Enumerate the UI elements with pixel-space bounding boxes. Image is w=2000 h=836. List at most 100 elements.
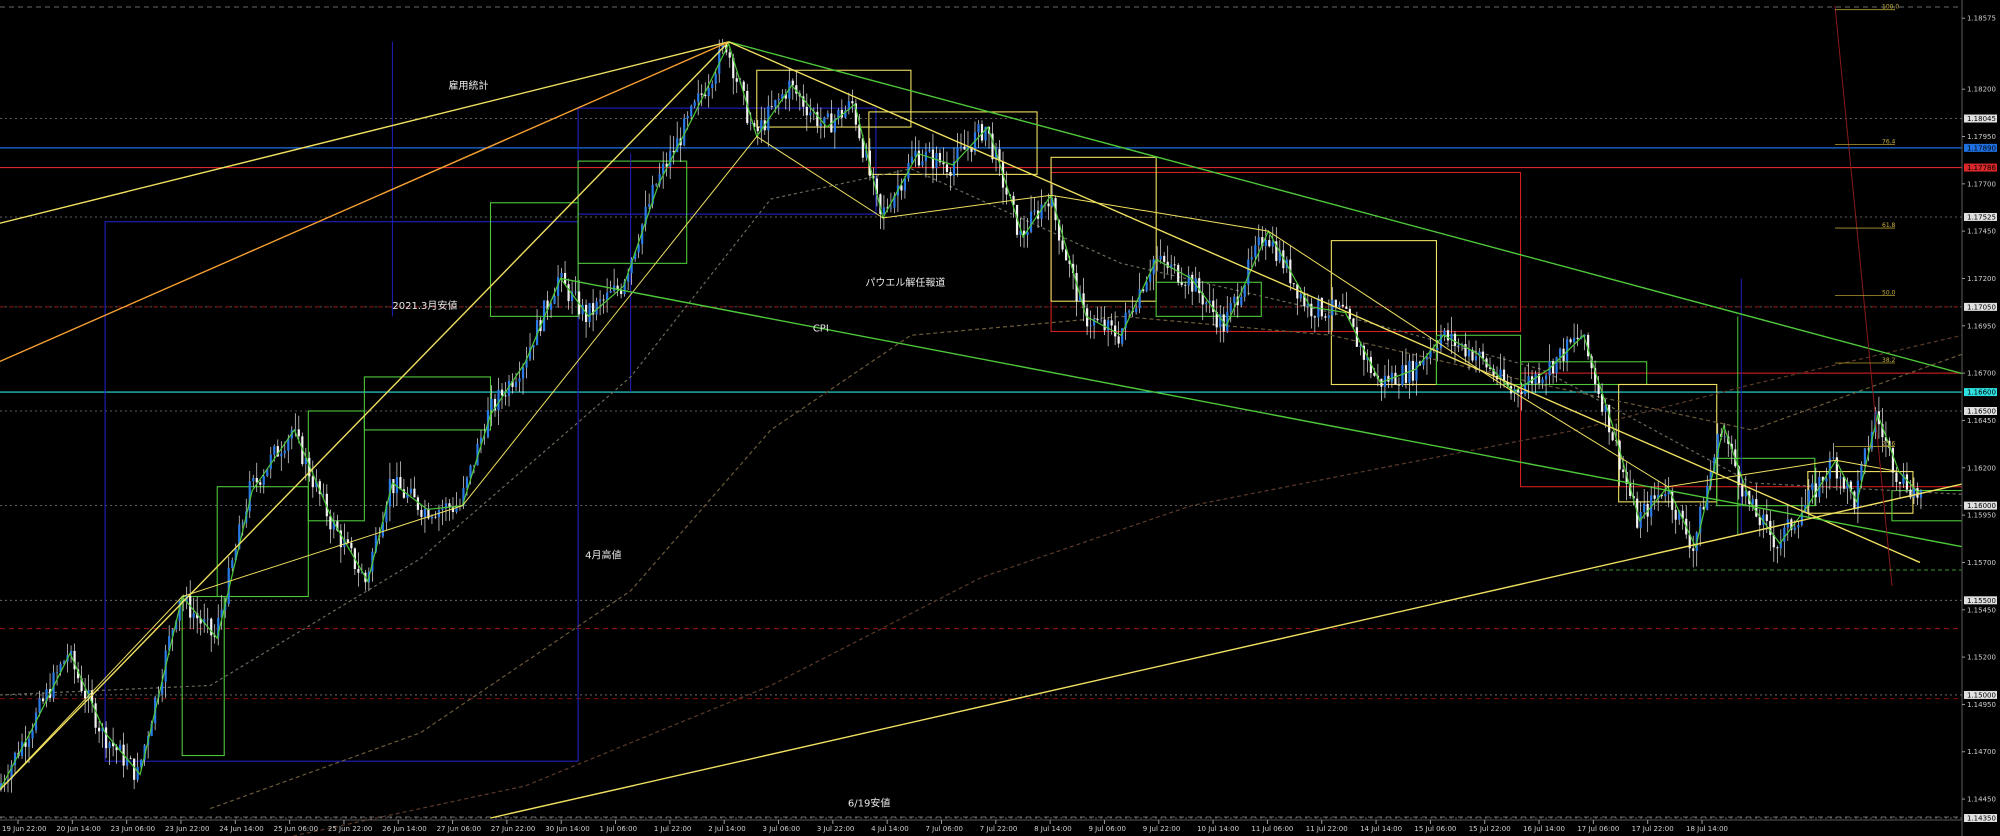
candle-body xyxy=(686,116,689,119)
candle-body xyxy=(707,88,710,97)
candle-body xyxy=(430,516,434,519)
y-tick-label: 1.14450 xyxy=(1967,796,1996,804)
candle-body xyxy=(574,291,577,293)
candle-body xyxy=(1443,330,1446,336)
candle-body xyxy=(262,475,265,485)
y-tick-label: 1.16200 xyxy=(1967,464,1996,472)
candle-body xyxy=(1334,299,1337,308)
y-tick-label: 1.17450 xyxy=(1967,228,1996,236)
candle-body xyxy=(1110,320,1113,326)
candle-body xyxy=(31,730,34,739)
y-tick-label: 1.16950 xyxy=(1967,322,1996,330)
chart-annotation: 雇用統計 xyxy=(448,79,488,92)
candle-body xyxy=(1359,345,1362,347)
price-axis: 1.18575 1.18200 1.17950 1.17700 1.17450 1.172… xyxy=(1961,0,2000,836)
candle-body xyxy=(357,569,360,573)
y-tick-label: 1.15950 xyxy=(1967,512,1996,520)
candle-body xyxy=(83,691,87,699)
candle-body xyxy=(283,450,286,454)
candle-body xyxy=(1345,306,1348,309)
candle-body xyxy=(1793,527,1796,530)
candle-body xyxy=(1825,478,1828,482)
candle-body xyxy=(192,613,195,618)
chart-annotation: パウエル解任報道 xyxy=(865,276,945,289)
candle-body xyxy=(1425,357,1429,360)
candle-body xyxy=(1832,457,1835,459)
candle-body xyxy=(255,477,258,483)
x-tick-label: 11 Jul 06:00 xyxy=(1251,825,1293,833)
candle-body xyxy=(921,161,924,166)
candle-body xyxy=(465,477,469,488)
candle-body xyxy=(1765,514,1768,521)
candle-body xyxy=(935,153,938,169)
candle-body xyxy=(777,98,780,101)
candle-body xyxy=(1464,344,1467,357)
candle-body xyxy=(1674,509,1677,520)
y-tick-label: 1.17700 xyxy=(1967,180,1996,188)
candle-body xyxy=(416,497,420,510)
price-chart[interactable]: 100.0 76.4 61.8 50.0 38.2 23.6 2021.3月安値 4月高値 6… xyxy=(0,0,2000,836)
x-tick-label: 7 Jul 06:00 xyxy=(925,825,963,833)
candle-body xyxy=(735,78,738,82)
fib-level-label: 100.0 xyxy=(1882,4,1899,11)
price-tag-label: 1.17890 xyxy=(1967,144,1996,152)
candle-body xyxy=(1089,325,1092,327)
candle-body xyxy=(1135,308,1138,313)
candle-body xyxy=(749,123,752,124)
candle-body xyxy=(1040,204,1043,219)
fib-level-label: 23.6 xyxy=(1882,440,1896,447)
candle-body xyxy=(1569,339,1572,343)
candle-body xyxy=(423,508,427,517)
price-tag-label: 1.17786 xyxy=(1967,164,1996,172)
x-tick-label: 1 Jul 06:00 xyxy=(600,825,638,833)
candle-body xyxy=(1103,319,1106,331)
candle-body xyxy=(497,389,500,411)
candle-body xyxy=(38,698,41,713)
candle-body xyxy=(1776,547,1779,549)
chart-annotation: 2021.3月安値 xyxy=(392,299,457,312)
candle-body xyxy=(700,93,703,95)
candle-body xyxy=(1128,310,1131,313)
chart-annotation: 6/19安値 xyxy=(848,797,890,810)
candle-body xyxy=(1446,330,1450,341)
candle-body xyxy=(514,381,518,387)
x-tick-label: 14 Jul 14:00 xyxy=(1360,825,1402,833)
candle-body xyxy=(728,52,731,58)
candle-body xyxy=(1401,365,1404,386)
candle-body xyxy=(560,273,563,278)
candle-body xyxy=(94,703,97,728)
candle-body xyxy=(1611,432,1614,441)
price-tag-label: 1.16500 xyxy=(1967,408,1996,416)
candle-body xyxy=(1254,245,1257,258)
candle-body xyxy=(1324,316,1327,318)
candle-body xyxy=(1622,469,1625,473)
x-tick-label: 19 Jun 22:00 xyxy=(2,825,46,833)
candle-body xyxy=(756,126,759,132)
candle-body xyxy=(280,453,283,457)
x-tick-label: 2 Jul 14:00 xyxy=(708,825,746,833)
candle-body xyxy=(917,150,921,166)
candle-body xyxy=(602,299,605,301)
x-tick-label: 9 Jul 06:00 xyxy=(1088,825,1126,833)
chart-annotation: CPI xyxy=(813,323,829,334)
candle-body xyxy=(1029,211,1033,232)
y-tick-label: 1.18575 xyxy=(1967,15,1996,23)
chart-annotation: 4月高値 xyxy=(585,549,621,562)
y-tick-label: 1.18200 xyxy=(1967,86,1996,94)
y-tick-label: 1.16700 xyxy=(1967,370,1996,378)
candle-body xyxy=(500,389,504,396)
candle-body xyxy=(1257,237,1260,246)
candle-body xyxy=(1797,524,1800,528)
chart-background xyxy=(0,0,2000,836)
candle-body xyxy=(241,522,244,525)
candle-body xyxy=(1327,315,1330,318)
price-tag-label: 1.17050 xyxy=(1967,303,1996,311)
candle-body xyxy=(1905,474,1909,490)
candle-body xyxy=(1205,302,1208,305)
candle-body xyxy=(1292,283,1295,285)
candle-body xyxy=(434,516,437,518)
candle-body xyxy=(392,479,395,494)
candle-body xyxy=(567,284,570,302)
candle-body xyxy=(697,93,700,102)
price-tag-label: 1.16600 xyxy=(1967,389,1996,397)
